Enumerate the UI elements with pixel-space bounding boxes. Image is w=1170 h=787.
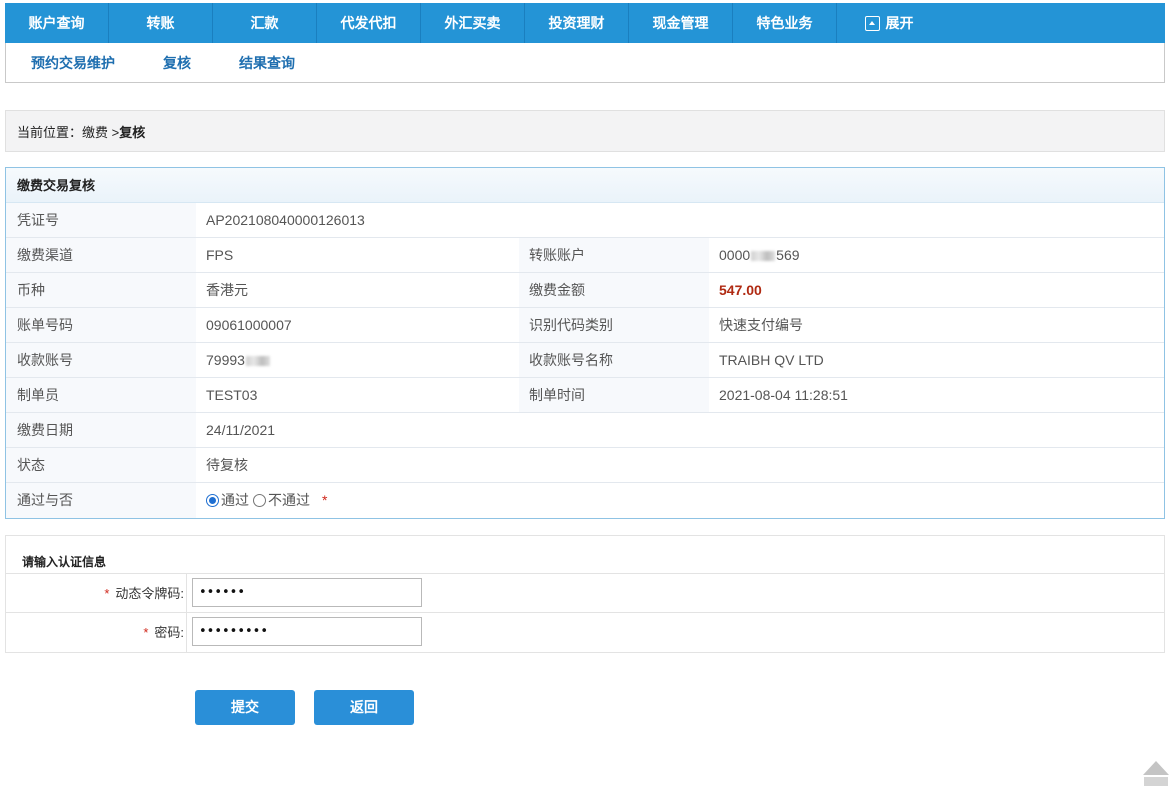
auth-row-token: * 动态令牌码: [6, 574, 1164, 613]
pay-date-label: 缴费日期 [6, 413, 196, 447]
status-value: 待复核 [206, 457, 248, 473]
pay-date-value: 24/11/2021 [206, 422, 276, 438]
detail-row-voucher: 凭证号 AP202108040000126013 [6, 203, 1164, 238]
make-time-value: 2021-08-04 11:28:51 [719, 387, 848, 403]
detail-row-approve: 通过与否 通过 不通过 * [6, 483, 1164, 518]
amount-value: 547.00 [719, 282, 762, 298]
expand-icon [864, 15, 880, 31]
password-input[interactable] [192, 617, 422, 646]
bill-no-label: 账单号码 [6, 308, 196, 342]
approve-yes-radio[interactable] [206, 494, 219, 507]
subnav-result-query[interactable]: 结果查询 [239, 53, 295, 73]
top-nav: 账户查询 转账 汇款 代发代扣 外汇买卖 投资理财 现金管理 特色业务 展开 [5, 3, 1165, 43]
payment-review-panel: 缴费交易复核 凭证号 AP202108040000126013 缴费渠道 FPS… [5, 167, 1165, 519]
id-type-value: 快速支付编号 [719, 317, 803, 333]
payee-account-prefix: 79993 [206, 352, 245, 368]
auth-title: 请输入认证信息 [6, 536, 1164, 574]
panel-title: 缴费交易复核 [6, 168, 1164, 203]
currency-value: 香港元 [206, 282, 248, 298]
approve-no-radio[interactable] [253, 494, 266, 507]
payee-account-value: 79993 [196, 343, 519, 377]
nav-account-query[interactable]: 账户查询 [5, 3, 109, 43]
approve-no-label[interactable]: 不通过 [268, 483, 310, 518]
approve-radio-group: 通过 不通过 * [206, 483, 1164, 518]
nav-special-services[interactable]: 特色业务 [733, 3, 837, 43]
breadcrumb-prefix: 当前位置：缴费 > [17, 124, 120, 140]
amount-label: 缴费金额 [519, 273, 709, 307]
subnav-scheduled-maintenance[interactable]: 预约交易维护 [31, 53, 115, 73]
transfer-account-prefix: 0000 [719, 247, 751, 263]
masked-digits [751, 251, 776, 262]
detail-row-bill: 账单号码 09061000007 识别代码类别 快速支付编号 [6, 308, 1164, 343]
auth-row-password: * 密码: [6, 613, 1164, 652]
transfer-account-label: 转账账户 [519, 238, 709, 272]
detail-row-currency: 币种 香港元 缴费金额 547.00 [6, 273, 1164, 308]
required-mark: * [322, 492, 328, 508]
nav-payroll[interactable]: 代发代扣 [317, 3, 421, 43]
back-button[interactable]: 返回 [314, 690, 414, 725]
maker-value: TEST03 [206, 387, 258, 403]
nav-expand-button[interactable]: 展开 [837, 3, 941, 43]
auth-panel: 请输入认证信息 * 动态令牌码: * 密码: [5, 535, 1165, 653]
id-type-label: 识别代码类别 [519, 308, 709, 342]
detail-row-maker: 制单员 TEST03 制单时间 2021-08-04 11:28:51 [6, 378, 1164, 413]
breadcrumb-current: 复核 [119, 124, 146, 140]
make-time-label: 制单时间 [519, 378, 709, 412]
required-mark: * [143, 625, 149, 640]
maker-label: 制单员 [6, 378, 196, 412]
detail-row-channel: 缴费渠道 FPS 转账账户 0000 569 [6, 238, 1164, 273]
status-label: 状态 [6, 448, 196, 482]
password-label-text: 密码: [154, 625, 184, 640]
channel-label: 缴费渠道 [6, 238, 196, 272]
nav-remittance[interactable]: 汇款 [213, 3, 317, 43]
detail-row-payee: 收款账号 79993 收款账号名称 TRAIBH QV LTD [6, 343, 1164, 378]
masked-digits [245, 356, 270, 367]
submit-button[interactable]: 提交 [195, 690, 295, 725]
back-to-top-icon[interactable] [1142, 758, 1170, 787]
payee-name-label: 收款账号名称 [519, 343, 709, 377]
detail-row-status: 状态 待复核 [6, 448, 1164, 483]
nav-cash-management[interactable]: 现金管理 [629, 3, 733, 43]
nav-transfer[interactable]: 转账 [109, 3, 213, 43]
currency-label: 币种 [6, 273, 196, 307]
channel-value: FPS [206, 247, 234, 263]
sub-nav: 预约交易维护 复核 结果查询 [5, 43, 1165, 83]
transfer-account-suffix: 569 [776, 247, 800, 263]
approve-label: 通过与否 [6, 483, 196, 518]
breadcrumb: 当前位置：缴费 > 复核 [5, 110, 1165, 152]
payee-account-label: 收款账号 [6, 343, 196, 377]
approve-yes-label[interactable]: 通过 [221, 483, 249, 518]
voucher-label: 凭证号 [6, 203, 196, 237]
bill-no-value: 09061000007 [206, 317, 292, 333]
detail-row-pay-date: 缴费日期 24/11/2021 [6, 413, 1164, 448]
nav-expand-label: 展开 [885, 15, 914, 31]
token-label: * 动态令牌码: [6, 574, 187, 612]
payee-name-value: TRAIBH QV LTD [719, 352, 824, 368]
transfer-account-value: 0000 569 [709, 238, 1164, 272]
nav-forex[interactable]: 外汇买卖 [421, 3, 525, 43]
subnav-review[interactable]: 复核 [163, 53, 191, 73]
voucher-value: AP202108040000126013 [206, 212, 365, 228]
required-mark: * [104, 586, 110, 601]
token-label-text: 动态令牌码: [115, 586, 184, 601]
password-label: * 密码: [6, 613, 187, 652]
token-input[interactable] [192, 578, 422, 607]
nav-investment[interactable]: 投资理财 [525, 3, 629, 43]
